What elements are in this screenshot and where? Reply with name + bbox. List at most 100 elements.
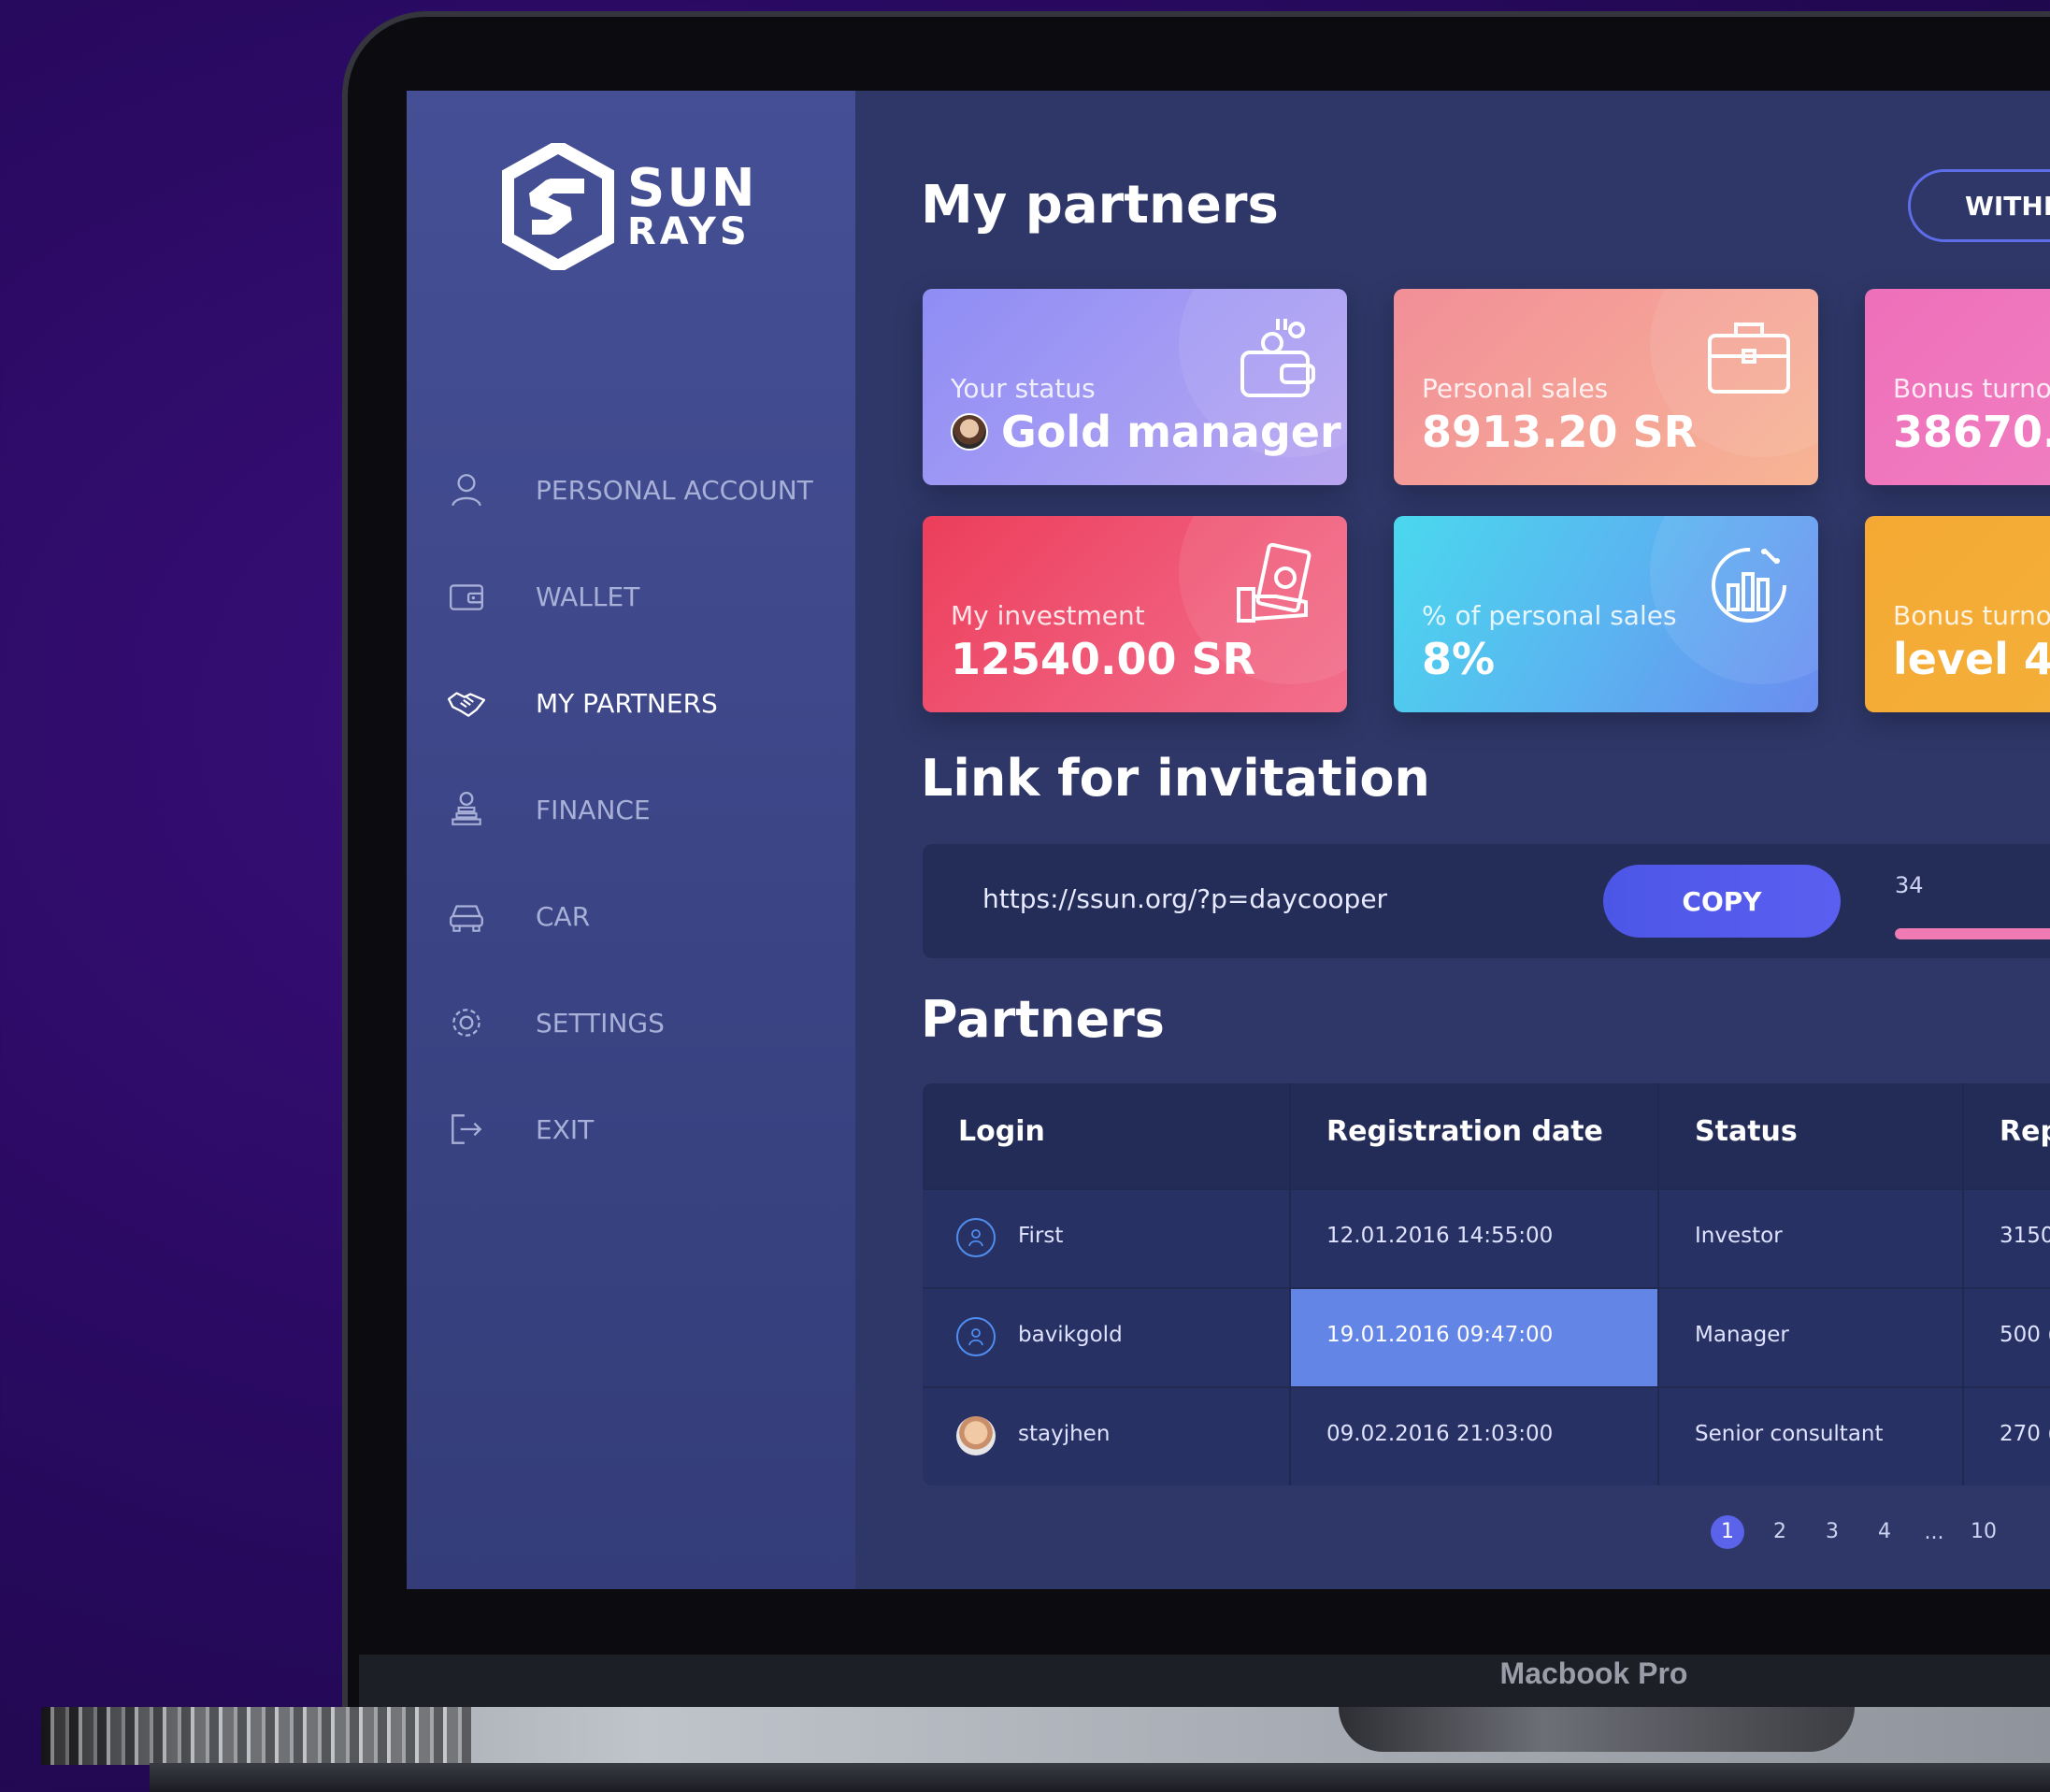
brand-logo[interactable]: SUN RAYS [502,143,757,270]
invitation-title: Link for invitation [921,749,1430,808]
status-cell: Manager [1695,1323,1789,1347]
column-header-login[interactable]: Login [958,1115,1045,1148]
bonus-turnover-card: Bonus turno 38670.0 [1865,289,2050,485]
rep-cell: 270 ( [2000,1422,2050,1446]
status-value: Gold manager [1001,407,1341,457]
sidebar-item-wallet[interactable]: WALLET [444,543,837,650]
wallet-icon [444,574,489,619]
personal-sales-value: 8913.20 SR [1422,407,1698,457]
sidebar-item-label: SETTINGS [536,1007,665,1039]
invitation-panel: https://ssun.org/?p=daycooper COPY 34 [923,844,2050,958]
sidebar-item-label: MY PARTNERS [536,687,718,719]
laptop-base-shadow [150,1763,2050,1792]
laptop-base-reflection [41,1707,471,1765]
page-button-1[interactable]: 1 [1711,1515,1744,1549]
bonus-level-value: level 4 [1893,634,2050,684]
personal-sales-percent-card: % of personal sales 8% [1394,516,1818,712]
page-title: My partners [921,175,1279,236]
user-icon [444,467,489,512]
table-row[interactable]: stayjhen 09.02.2016 21:03:00 Senior cons… [923,1386,2050,1485]
sidebar-item-settings[interactable]: SETTINGS [444,969,837,1076]
login-cell: stayjhen [1018,1422,1111,1446]
column-divider [1962,1083,1964,1485]
sidebar: SUN RAYS PERSONAL ACCOUNT WALLET MY PART… [407,91,855,1589]
table-row[interactable]: bavikgold 19.01.2016 09:47:00 Manager 50… [923,1287,2050,1388]
sidebar-item-label: CAR [536,900,591,932]
chart-percent-icon [1712,548,1786,623]
status-label: Your status [951,373,1096,404]
column-header-registration-date[interactable]: Registration date [1326,1115,1603,1148]
rep-cell: 500 ( [2000,1323,2050,1347]
date-cell: 09.02.2016 21:03:00 [1326,1422,1554,1446]
column-header-rep[interactable]: Rep [2000,1115,2050,1148]
avatar [951,413,988,451]
column-header-status[interactable]: Status [1695,1115,1798,1148]
invitation-url[interactable]: https://ssun.org/?p=daycooper [982,883,1387,914]
pagination-ellipsis: ... [1924,1520,1944,1544]
column-divider [1657,1083,1659,1485]
page-button-2[interactable]: 2 [1763,1515,1797,1549]
column-divider [1289,1083,1291,1485]
partners-title: Partners [921,990,1165,1049]
device-label: Macbook Pro [1499,1656,1688,1690]
status-cell: Senior consultant [1695,1422,1884,1446]
user-icon [956,1317,996,1356]
pagination: 1 2 3 4 ... 10 [1711,1515,2000,1549]
bonus-turnover-value: 38670.0 [1893,407,2050,457]
laptop-notch [1339,1707,1855,1752]
page-button-4[interactable]: 4 [1868,1515,1901,1549]
sidebar-item-label: FINANCE [536,794,651,825]
user-icon [956,1218,996,1257]
car-icon [444,894,489,939]
invitation-count: 34 [1895,872,1924,898]
logo-mark-icon [502,143,614,270]
status-card: Your status Gold manager [923,289,1347,485]
sidebar-nav: PERSONAL ACCOUNT WALLET MY PARTNERS FINA… [444,437,837,1183]
money-hand-icon [1237,542,1312,623]
exit-icon [444,1107,489,1152]
investment-value: 12540.00 SR [951,634,1256,684]
date-cell: 12.01.2016 14:55:00 [1326,1224,1554,1248]
sidebar-item-my-partners[interactable]: MY PARTNERS [444,650,837,756]
sidebar-item-label: PERSONAL ACCOUNT [536,474,813,506]
avatar [956,1416,996,1455]
sidebar-item-label: EXIT [536,1113,595,1145]
sidebar-item-label: WALLET [536,581,640,612]
sidebar-item-personal-account[interactable]: PERSONAL ACCOUNT [444,437,837,543]
page-button-3[interactable]: 3 [1815,1515,1849,1549]
personal-sales-card: Personal sales 8913.20 SR [1394,289,1818,485]
page-button-last[interactable]: 10 [1967,1515,2000,1549]
brand-line-1: SUN [627,158,757,220]
investment-label: My investment [951,600,1145,631]
copy-button[interactable]: COPY [1603,865,1841,938]
partners-table: Login Registration date Status Rep First… [923,1083,2050,1485]
sidebar-item-exit[interactable]: EXIT [444,1076,837,1183]
invitation-progress [1895,928,2050,939]
gear-icon [444,1000,489,1045]
sidebar-item-car[interactable]: CAR [444,863,837,969]
rep-cell: 3150. [2000,1224,2050,1248]
invitation-progress-fill [1895,928,2050,939]
briefcase-icon [1708,323,1790,394]
handshake-icon [444,681,489,725]
bonus-level-label: Bonus turno [1893,600,2050,631]
login-cell: bavikgold [1018,1323,1123,1347]
brand-line-2: RAYS [627,209,751,253]
personal-sales-percent-label: % of personal sales [1422,600,1677,631]
sidebar-item-finance[interactable]: FINANCE [444,756,837,863]
date-cell: 19.01.2016 09:47:00 [1326,1323,1554,1347]
withdraw-button[interactable]: WITHD [1908,169,2050,242]
table-row[interactable]: First 12.01.2016 14:55:00 Investor 3150. [923,1188,2050,1287]
personal-sales-label: Personal sales [1422,373,1609,404]
table-header: Login Registration date Status Rep [923,1083,2050,1188]
app-screen: SUN RAYS PERSONAL ACCOUNT WALLET MY PART… [407,91,2050,1589]
login-cell: First [1018,1224,1064,1248]
main-content: My partners WITHD Your status Gold manag… [855,91,2050,1589]
coins-icon [444,787,489,832]
personal-sales-percent-value: 8% [1422,634,1496,684]
investment-card: My investment 12540.00 SR [923,516,1347,712]
bonus-level-card: Bonus turno level 4 [1865,516,2050,712]
wallet-coins-icon [1240,319,1315,397]
bonus-turnover-label: Bonus turno [1893,373,2050,404]
status-cell: Investor [1695,1224,1783,1248]
